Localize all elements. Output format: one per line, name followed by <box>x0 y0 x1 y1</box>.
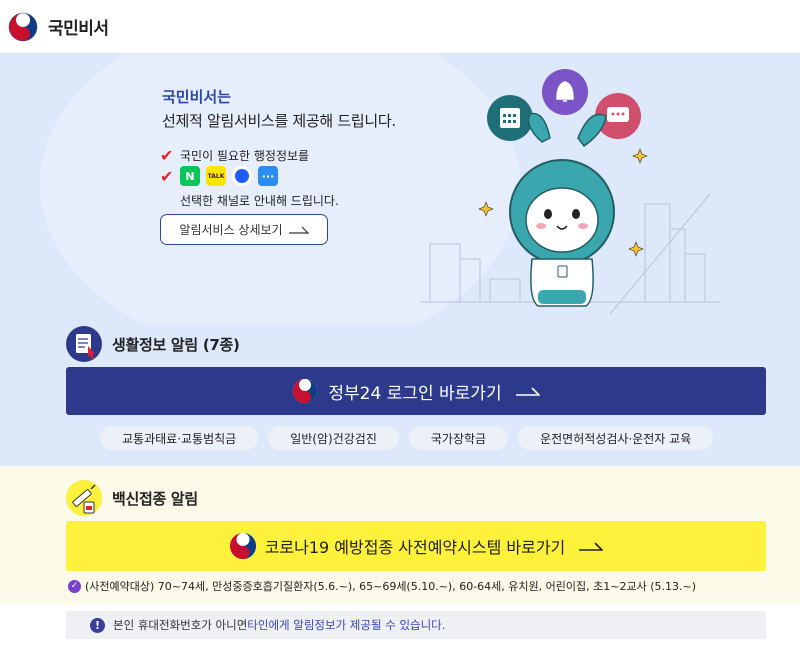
check-row-info: ✔ 국민이 필요한 행정정보를 <box>160 146 309 165</box>
life-info-header: 생활정보 알림 (7종) <box>66 326 240 362</box>
check-row-channels: ✔ N TALK ··· <box>160 166 278 186</box>
hero-title: 국민비서는 <box>162 88 232 106</box>
arrow-right-icon <box>515 387 540 396</box>
check-icon: ✔ <box>160 166 174 186</box>
exclamation-icon: ! <box>90 617 105 633</box>
chip-scholarship[interactable]: 국가장학금 <box>408 426 509 450</box>
life-info-chips: 교통과태료·교통범칙금 일반(암)건강검진 국가장학금 운전면허적성검사·운전자… <box>100 426 714 450</box>
taegeuk-logo-icon[interactable] <box>8 12 38 42</box>
syringe-icon <box>66 480 102 516</box>
vaccine-target-text: (사전예약대상) 70~74세, 만성중증호흡기질환자(5.6.~), 65~6… <box>85 580 696 593</box>
vaccine-target-note: ✓ (사전예약대상) 70~74세, 만성중증호흡기질환자(5.6.~), 65… <box>68 578 696 594</box>
check-row-label: 국민이 필요한 행정정보를 <box>180 149 310 163</box>
mascot-illustration <box>420 69 720 315</box>
life-info-title: 생활정보 알림 (7종) <box>112 335 240 354</box>
gov24-login-button[interactable]: 정부24 로그인 바로가기 <box>66 367 766 415</box>
message-icon: ··· <box>258 166 278 186</box>
service-detail-button[interactable]: 알림서비스 상세보기 <box>160 214 328 245</box>
channel-icons: N TALK ··· <box>180 166 278 186</box>
hero-banner: 국민비서는 선제적 알림서비스를 제공해 드립니다. ✔ 국민이 필요한 행정정… <box>0 54 800 324</box>
service-detail-label: 알림서비스 상세보기 <box>179 223 283 237</box>
vaccine-section: 백신접종 알림 코로나19 예방접종 사전예약시스템 바로가기 ✓ (사전예약대… <box>0 466 800 604</box>
vaccine-header: 백신접종 알림 <box>66 480 198 516</box>
taegeuk-icon <box>293 378 318 404</box>
chip-driver-license[interactable]: 운전면허적성검사·운전자 교육 <box>518 426 714 450</box>
document-checklist-icon <box>66 326 102 362</box>
check-icon: ✔ <box>160 146 174 165</box>
vaccine-reservation-label: 코로나19 예방접종 사전예약시스템 바로가기 <box>264 538 566 557</box>
channel-guide-text: 선택한 채널로 안내해 드립니다. <box>180 194 339 208</box>
arrow-right-icon <box>288 226 309 234</box>
life-info-section: 생활정보 알림 (7종) 정부24 로그인 바로가기 교통과태료·교통범칙금 일… <box>0 324 800 466</box>
header: 국민비서 <box>0 0 800 54</box>
notice-highlight: 타인에게 알림정보가 제공될 수 있습니다. <box>247 618 446 632</box>
kakaotalk-icon: TALK <box>206 166 226 186</box>
vaccine-reservation-button[interactable]: 코로나19 예방접종 사전예약시스템 바로가기 <box>66 521 766 571</box>
toss-icon <box>232 166 252 186</box>
brand-title[interactable]: 국민비서 <box>48 14 109 39</box>
taegeuk-icon <box>229 532 256 560</box>
notice-text: 본인 휴대전화번호가 아니면 <box>113 618 248 632</box>
hero-subtitle: 선제적 알림서비스를 제공해 드립니다. <box>162 112 396 130</box>
arrow-right-icon <box>579 542 604 551</box>
naver-icon: N <box>180 166 200 186</box>
vaccine-title: 백신접종 알림 <box>112 489 198 508</box>
phone-notice-bar: ! 본인 휴대전화번호가 아니면 타인에게 알림정보가 제공될 수 있습니다. <box>66 611 766 639</box>
chip-health-checkup[interactable]: 일반(암)건강검진 <box>268 426 399 450</box>
gov24-login-label: 정부24 로그인 바로가기 <box>328 383 502 404</box>
chip-traffic-fine[interactable]: 교통과태료·교통범칙금 <box>100 426 259 450</box>
check-circle-icon: ✓ <box>68 579 81 593</box>
